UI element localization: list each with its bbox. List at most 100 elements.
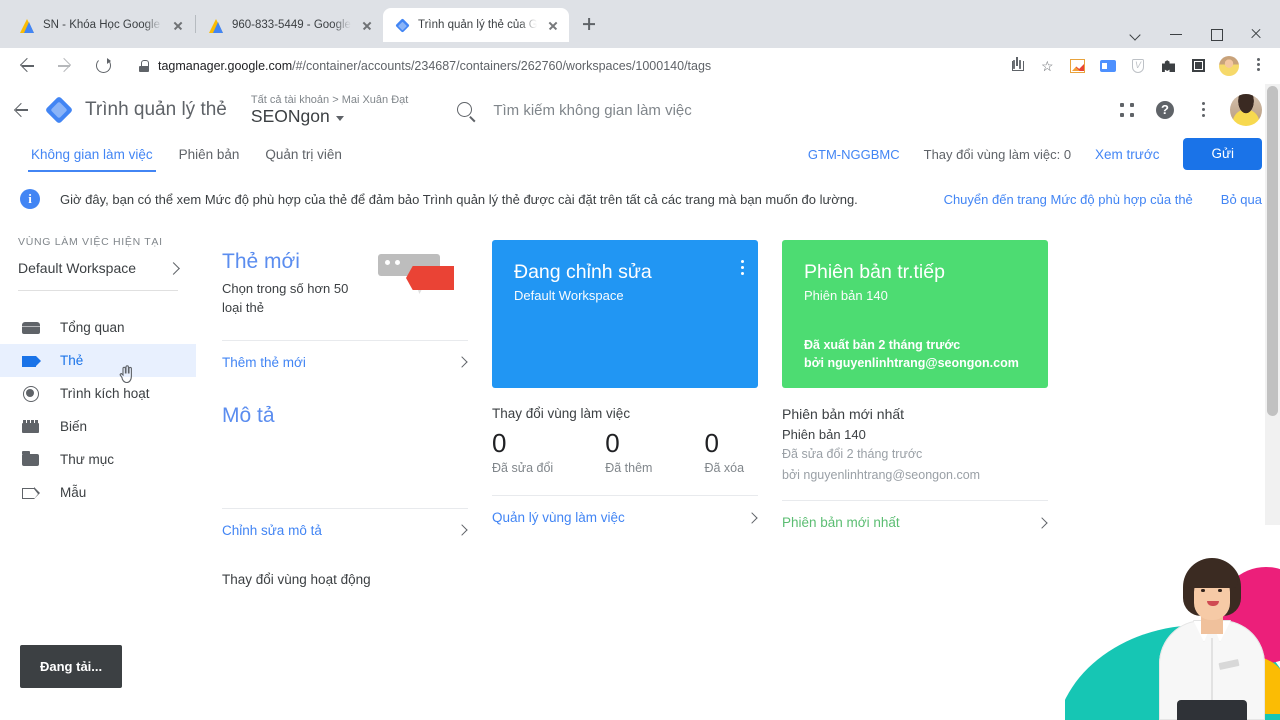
info-banner: i Giờ đây, bạn có thể xem Mức độ phù hợp… [0, 178, 1280, 220]
reload-icon[interactable] [87, 50, 119, 82]
chevron-right-icon [746, 512, 758, 524]
container-id[interactable]: GTM-NGGBMC [808, 147, 900, 162]
help-icon[interactable]: ? [1148, 93, 1182, 127]
latest-version-heading: Phiên bản mới nhất [782, 406, 905, 422]
toolbar-icons: ☆ [1004, 52, 1272, 80]
browser-tab-1[interactable]: SN - Khóa Học Google Ads Cơ B [8, 8, 194, 42]
stat-value: 0 [605, 428, 620, 458]
manage-workspace-link[interactable]: Quản lý vùng làm việc [492, 495, 758, 525]
editing-tile[interactable]: Đang chỉnh sửa Default Workspace [492, 240, 758, 388]
sidebar-item-label: Mẫu [60, 485, 87, 500]
workspace-nav-bar: Không gian làm việc Phiên bản Quản trị v… [0, 136, 1280, 172]
close-icon[interactable] [545, 17, 561, 33]
sidebar-section-label: VÙNG LÀM VIỆC HIỆN TẠI [18, 236, 163, 248]
banner-primary-link[interactable]: Chuyển đến trang Mức độ phù hợp của thẻ [944, 192, 1193, 207]
chevron-right-icon [456, 356, 468, 368]
sidebar-nav: Tổng quan Thẻ Trình kích hoạt Biến Thư m… [0, 311, 196, 509]
sidebar-item-variables[interactable]: Biến [0, 410, 196, 443]
latest-version-author: bởi nguyenlinhtrang@seongon.com [782, 468, 981, 483]
add-new-tag-link[interactable]: Thêm thẻ mới [222, 339, 468, 370]
profile-avatar[interactable] [1214, 52, 1242, 80]
live-version-subtitle: Phiên bản 140 [804, 288, 888, 304]
banner-actions: Chuyển đến trang Mức độ phù hợp của thẻ … [944, 192, 1262, 207]
app-back-icon[interactable] [6, 95, 36, 125]
extension-image-icon[interactable] [1064, 52, 1092, 80]
scrollbar-thumb[interactable] [1267, 86, 1278, 416]
account-selector[interactable]: Tất cả tài khoản > Mai Xuân Đạt SEONgon [251, 94, 408, 126]
address-bar[interactable]: tagmanager.google.com/#/container/accoun… [128, 52, 1004, 80]
page-title: Trình quản lý thẻ [85, 99, 227, 120]
stat-modified: 0 Đã sửa đổi [492, 429, 554, 476]
stat-value: 0 [704, 428, 719, 458]
extension-card-icon[interactable] [1094, 52, 1122, 80]
user-avatar[interactable] [1230, 94, 1262, 126]
tab-title: SN - Khóa Học Google Ads Cơ B [43, 19, 162, 31]
template-icon [22, 484, 40, 502]
stat-caption: Đã sửa đổi [492, 461, 554, 476]
maximize-icon[interactable] [1196, 20, 1236, 48]
tab-versions[interactable]: Phiên bản [166, 136, 253, 172]
nav-tabs: Không gian làm việc Phiên bản Quản trị v… [18, 136, 355, 172]
extensions-puzzle-icon[interactable] [1154, 52, 1182, 80]
chevron-down-icon[interactable] [1116, 20, 1156, 48]
browser-tab-3[interactable]: Trình quản lý thẻ của Google [383, 8, 569, 42]
lock-icon [138, 60, 150, 72]
banner-message: Giờ đây, bạn có thể xem Mức độ phù hợp c… [60, 191, 858, 207]
side-panel-icon[interactable] [1184, 52, 1212, 80]
google-ads-favicon [20, 18, 35, 33]
browser-tab-bar: SN - Khóa Học Google Ads Cơ B 960-833-54… [0, 0, 1280, 48]
banner-dismiss-link[interactable]: Bỏ qua [1221, 192, 1262, 207]
presenter-person [1153, 544, 1271, 720]
extension-shield-icon[interactable] [1124, 52, 1152, 80]
info-icon: i [20, 189, 40, 209]
tab-strip: SN - Khóa Học Google Ads Cơ B 960-833-54… [8, 6, 603, 42]
workspace-picker[interactable]: Default Workspace [18, 260, 180, 291]
bookmark-star-icon[interactable]: ☆ [1034, 52, 1062, 80]
search-icon [456, 101, 475, 120]
back-icon[interactable] [11, 50, 43, 82]
new-tag-card: Thẻ mới Chọn trong số hơn 50 loại thẻ [222, 226, 468, 318]
card-columns: Thẻ mới Chọn trong số hơn 50 loại thẻ Th… [196, 226, 1264, 538]
browser-menu-icon[interactable] [1244, 52, 1272, 80]
browser-tab-2[interactable]: 960-833-5449 - Google Ads [197, 8, 383, 42]
preview-button[interactable]: Xem trước [1095, 147, 1159, 162]
edit-description-link[interactable]: Chỉnh sửa mô tả [222, 507, 468, 538]
close-icon[interactable] [170, 17, 186, 33]
tab-workspace[interactable]: Không gian làm việc [18, 136, 166, 172]
column-new-tag: Thẻ mới Chọn trong số hơn 50 loại thẻ Th… [222, 226, 468, 538]
add-new-tag-label: Thêm thẻ mới [222, 354, 306, 370]
sidebar-item-tags[interactable]: Thẻ [0, 344, 196, 377]
tile-more-options-icon[interactable] [740, 260, 744, 264]
tag-icon [22, 352, 41, 370]
column-editing: Đang chỉnh sửa Default Workspace Thay đổ… [492, 226, 758, 538]
apps-grid-icon[interactable] [1110, 93, 1144, 127]
sidebar-item-triggers[interactable]: Trình kích hoạt [0, 377, 196, 410]
new-tag-subtitle: Chọn trong số hơn 50 loại thẻ [222, 281, 349, 315]
live-version-tile[interactable]: Phiên bản tr.tiếp Phiên bản 140 Đã xuất … [782, 240, 1048, 388]
submit-button[interactable]: Gửi [1183, 138, 1262, 170]
more-options-icon[interactable] [1186, 93, 1220, 127]
editing-title: Đang chỉnh sửa [514, 261, 652, 283]
workspace-changes-count: Thay đổi vùng làm việc: 0 [923, 146, 1072, 162]
tab-admin[interactable]: Quản trị viên [252, 136, 355, 172]
search-box[interactable]: Tìm kiếm không gian làm việc [456, 101, 1110, 120]
latest-version-link[interactable]: Phiên bản mới nhất [782, 500, 1048, 530]
minimize-icon[interactable] [1156, 20, 1196, 48]
forward-icon[interactable] [49, 50, 81, 82]
nav-right-actions: GTM-NGGBMC Thay đổi vùng làm việc: 0 Xem… [808, 138, 1262, 170]
sidebar-item-folders[interactable]: Thư mục [0, 443, 196, 476]
published-by: bởi nguyenlinhtrang@seongon.com [804, 355, 1019, 370]
new-tab-icon[interactable] [575, 10, 603, 38]
breadcrumb: Tất cả tài khoản > Mai Xuân Đạt [250, 93, 409, 106]
description-title: Mô tả [222, 403, 275, 427]
sidebar-item-templates[interactable]: Mẫu [0, 476, 196, 509]
close-icon[interactable] [359, 17, 375, 33]
chevron-right-icon [167, 261, 180, 275]
close-window-icon[interactable] [1236, 20, 1276, 48]
tab-divider [195, 15, 196, 33]
sidebar-item-overview[interactable]: Tổng quan [0, 311, 196, 344]
editing-subtitle: Default Workspace [514, 288, 624, 304]
sidebar-item-label: Thẻ [60, 353, 84, 368]
share-icon[interactable] [1004, 52, 1032, 80]
workspace-stats: 0 Đã sửa đổi 0 Đã thêm 0 Đã xóa [492, 428, 758, 476]
